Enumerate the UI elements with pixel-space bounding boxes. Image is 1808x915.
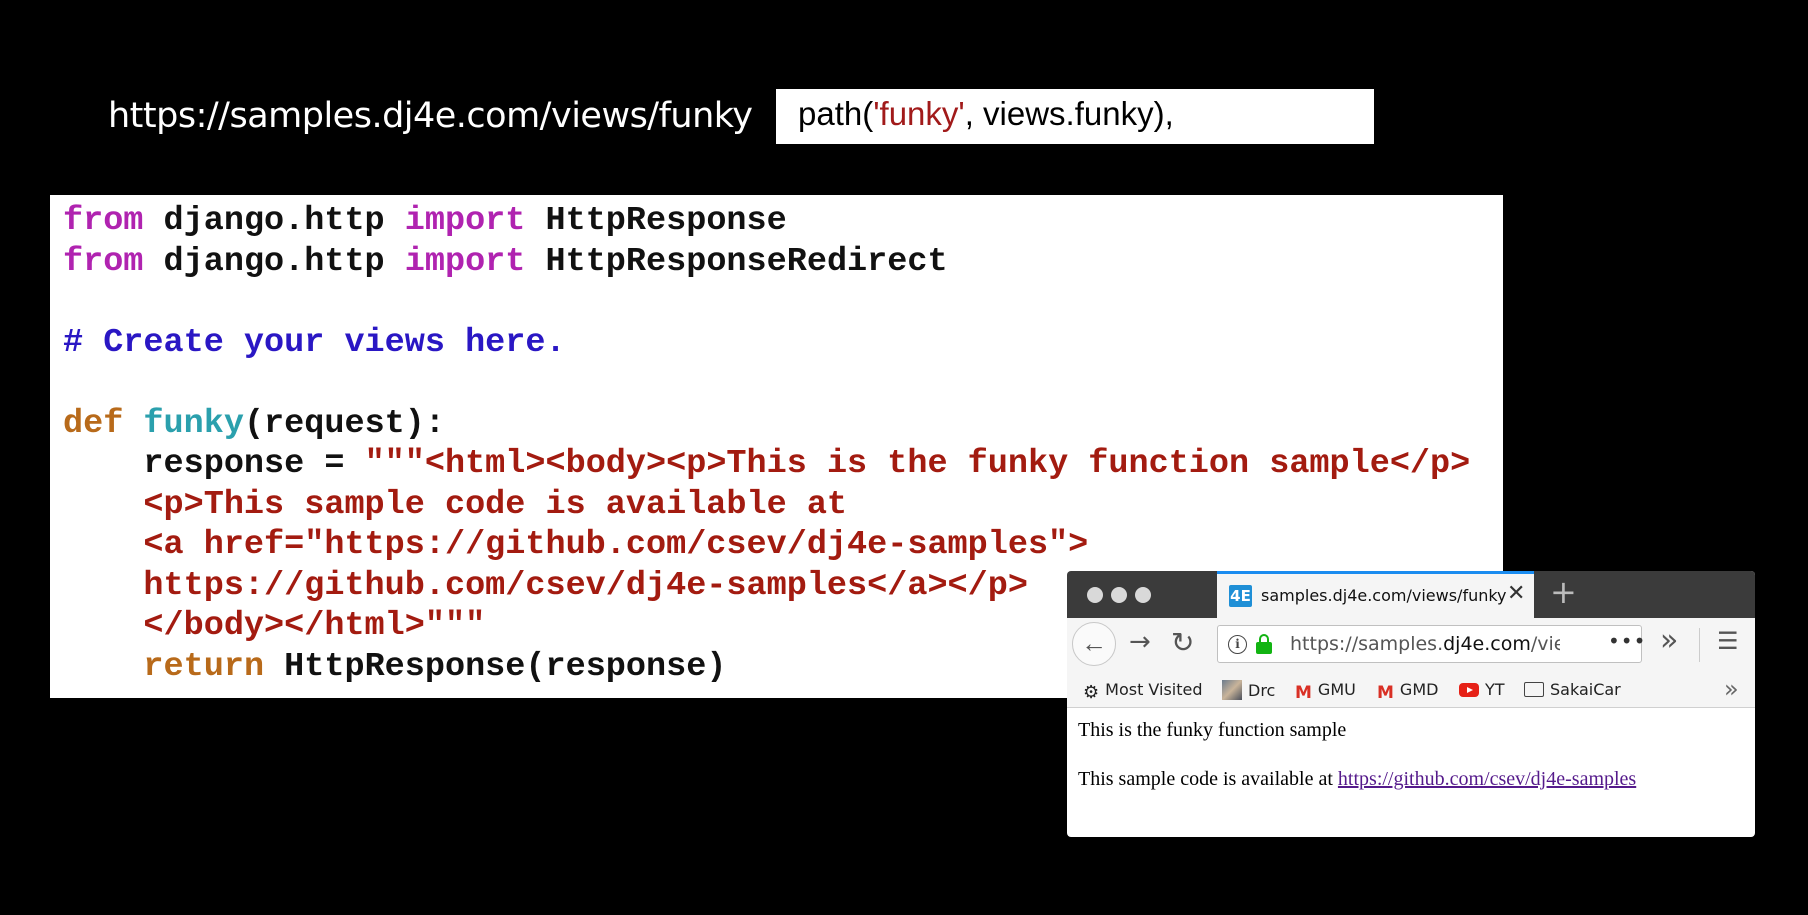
code-string: """<html><body><p>This is the funky func… — [364, 445, 1471, 483]
code-function-name: funky — [143, 404, 244, 443]
code-string: <a href="https://github.com/csev/dj4e-sa… — [63, 526, 1089, 564]
bookmark-gmd[interactable]: M GMD — [1377, 680, 1438, 703]
bookmark-most-visited[interactable]: ⚙ Most Visited — [1083, 680, 1203, 703]
window-close-dot[interactable] — [1087, 587, 1103, 603]
window-maximize-dot[interactable] — [1135, 587, 1151, 603]
url-domain: dj4e.com — [1443, 633, 1531, 655]
code-text: HttpResponseRedirect — [525, 242, 948, 281]
bookmark-yt[interactable]: YT — [1459, 680, 1505, 699]
code-text: django.http — [143, 202, 405, 240]
code-keyword: import — [404, 202, 526, 240]
code-string: https://github.com/csev/dj4e-samples</a>… — [63, 566, 1028, 605]
bookmark-label: GMU — [1317, 680, 1356, 699]
hamburger-menu-icon[interactable]: ☰ — [1717, 627, 1739, 655]
path-string: 'funky' — [873, 95, 965, 132]
info-icon[interactable]: i — [1228, 635, 1247, 654]
code-function-args: (request): — [243, 404, 445, 443]
close-tab-icon[interactable]: ✕ — [1507, 581, 1525, 606]
bookmark-gmu[interactable]: M GMU — [1295, 680, 1356, 703]
code-text: django.http — [143, 242, 405, 281]
address-input[interactable]: https://samples.dj4e.com/vie — [1290, 633, 1560, 655]
new-tab-icon[interactable]: + — [1550, 573, 1577, 611]
code-text: HttpResponse(response) — [264, 647, 727, 686]
slide-url: https://samples.dj4e.com/views/funky — [108, 96, 753, 136]
bookmarks-toolbar: ⚙ Most Visited Drc M GMU M GMD YT SakaiCar … — [1067, 672, 1755, 708]
content-paragraph: This sample code is available at https:/… — [1078, 768, 1636, 791]
url-scheme: https://samples. — [1290, 633, 1444, 655]
code-comment: # Create your views here. — [63, 323, 566, 362]
tab-title: samples.dj4e.com/views/funky — [1261, 586, 1507, 605]
code-keyword: from — [63, 242, 144, 281]
youtube-icon — [1459, 683, 1479, 697]
folder-icon — [1524, 682, 1544, 697]
url-path: /vie — [1530, 633, 1560, 655]
dj4e-favicon-icon: 4E — [1229, 585, 1252, 607]
code-def-keyword: def — [63, 404, 124, 443]
bookmark-label: GMD — [1399, 680, 1439, 699]
drc-avatar-icon — [1222, 680, 1242, 700]
tab-bar: 4E samples.dj4e.com/views/funky ✕ + — [1067, 571, 1755, 618]
back-arrow-icon[interactable]: ← — [1072, 622, 1116, 666]
bookmark-drc[interactable]: Drc — [1222, 680, 1275, 700]
content-paragraph: This is the funky function sample — [1078, 719, 1347, 741]
content-text: This sample code is available at — [1078, 768, 1338, 790]
gmail-icon: M — [1377, 683, 1394, 703]
lock-icon[interactable] — [1256, 634, 1272, 654]
browser-window: 4E samples.dj4e.com/views/funky ✕ + ← → … — [1067, 571, 1755, 837]
bookmark-label: YT — [1485, 680, 1505, 699]
address-bar[interactable]: i https://samples.dj4e.com/vie ••• — [1217, 625, 1645, 663]
gmail-icon: M — [1295, 683, 1312, 703]
code-keyword: import — [404, 242, 526, 281]
bookmark-label: Most Visited — [1105, 680, 1203, 699]
forward-arrow-icon[interactable]: → — [1129, 627, 1151, 657]
page-content: This is the funky function sample This s… — [1078, 719, 1636, 817]
url-pattern-box: path('funky', views.funky), — [776, 89, 1374, 144]
page-actions-icon[interactable]: ••• — [1608, 629, 1646, 653]
gear-icon: ⚙ — [1083, 682, 1100, 703]
nav-toolbar: ← → ↻ i https://samples.dj4e.com/vie •••… — [1067, 618, 1755, 672]
toolbar-separator — [1699, 628, 1700, 662]
window-minimize-dot[interactable] — [1111, 587, 1127, 603]
bookmark-label: SakaiCar — [1550, 680, 1621, 699]
bookmark-label: Drc — [1248, 681, 1276, 700]
bookmarks-overflow-icon[interactable]: » — [1724, 675, 1739, 703]
code-keyword: from — [63, 202, 144, 240]
code-string: </body></html>""" — [63, 607, 486, 645]
code-assignment: response = — [63, 445, 365, 483]
path-func: path( — [798, 95, 874, 132]
github-link[interactable]: https://github.com/csev/dj4e-samples — [1338, 768, 1636, 790]
code-return-keyword: return — [143, 647, 265, 686]
code-text: HttpResponse — [525, 202, 787, 240]
tab-active[interactable]: 4E samples.dj4e.com/views/funky ✕ — [1217, 571, 1534, 618]
path-args: , views.funky), — [964, 95, 1174, 132]
bookmark-sakai[interactable]: SakaiCar — [1524, 680, 1621, 699]
overflow-chevron-icon[interactable]: » — [1660, 623, 1678, 658]
code-string: <p>This sample code is available at — [63, 485, 848, 524]
reload-icon[interactable]: ↻ — [1171, 626, 1194, 659]
